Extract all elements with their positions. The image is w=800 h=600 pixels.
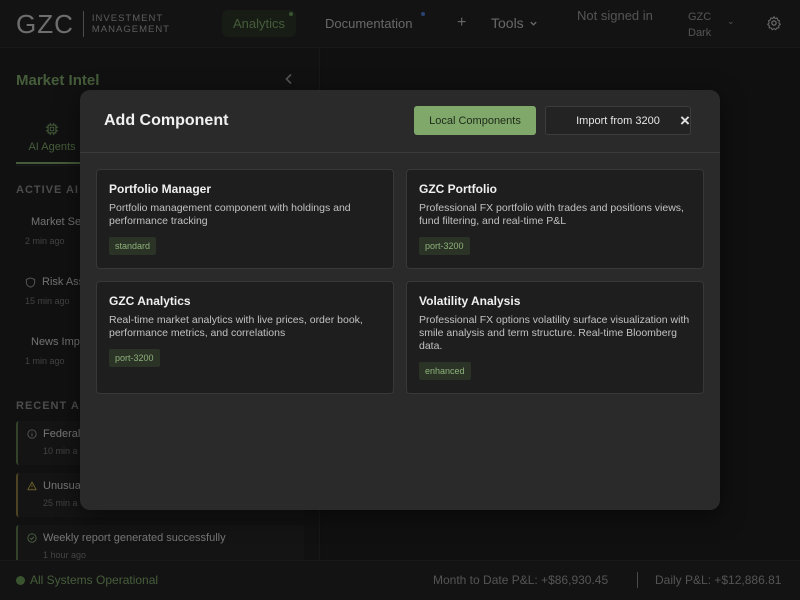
- card-title: Volatility Analysis: [419, 294, 521, 308]
- local-components-button[interactable]: Local Components: [414, 106, 536, 135]
- close-icon[interactable]: ×: [677, 112, 693, 129]
- card-description: Portfolio management component with hold…: [109, 202, 351, 227]
- component-card[interactable]: Portfolio Manager Portfolio management c…: [96, 169, 394, 269]
- card-description: Real-time market analytics with live pri…: [109, 314, 363, 339]
- card-title: GZC Portfolio: [419, 182, 497, 196]
- card-title: Portfolio Manager: [109, 182, 212, 196]
- card-tag: enhanced: [419, 362, 471, 380]
- dialog-title: Add Component: [104, 112, 229, 129]
- card-tag: standard: [109, 237, 157, 255]
- card-tag: port-3200: [109, 349, 160, 367]
- card-description: Professional FX portfolio with trades an…: [419, 202, 684, 227]
- component-card[interactable]: GZC Portfolio Professional FX portfolio …: [406, 169, 704, 269]
- card-tag: port-3200: [419, 237, 470, 255]
- component-card[interactable]: Volatility Analysis Professional FX opti…: [406, 281, 704, 394]
- card-description: Professional FX options volatility surfa…: [419, 314, 690, 352]
- add-component-dialog: Add Component Local Components Import fr…: [80, 90, 720, 510]
- component-card[interactable]: GZC Analytics Real-time market analytics…: [96, 281, 394, 394]
- import-button[interactable]: Import from 3200: [545, 106, 691, 135]
- card-title: GZC Analytics: [109, 294, 191, 308]
- dialog-header: Add Component Local Components Import fr…: [80, 90, 720, 153]
